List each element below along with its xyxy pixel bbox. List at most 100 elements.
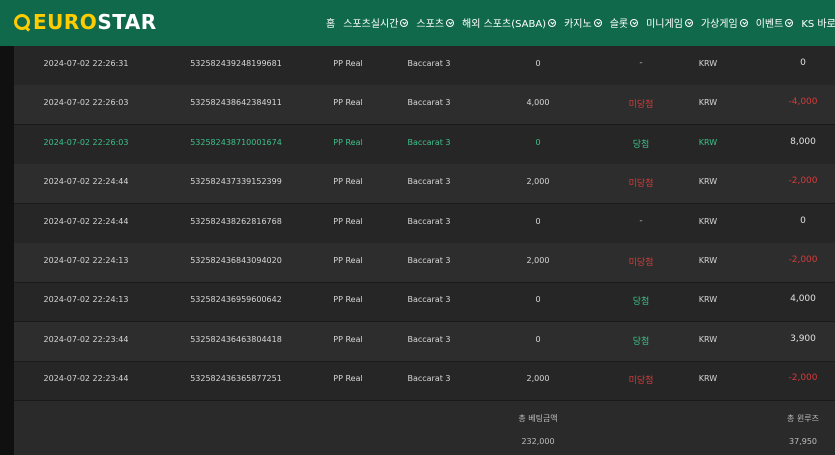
row-bet-id: 532582436463804418 xyxy=(190,334,282,344)
chevron-down-icon xyxy=(630,18,639,27)
row-win-amount: 8,000 xyxy=(790,136,816,147)
row-bet-id: 532582438710001674 xyxy=(190,137,282,147)
row-provider: PP Real xyxy=(333,59,363,68)
chevron-down-icon xyxy=(684,18,693,27)
main-nav: 홈 스포츠실시간 스포츠 해외 스포츠(SABA) 카지노 슬롯 미니게임 가상게임 이벤트 KS… xyxy=(326,15,835,30)
nav-item-label: 가상게임 xyxy=(700,19,738,30)
row-game: Baccarat 3 xyxy=(407,98,451,108)
nav-item-label: 스포츠 xyxy=(416,19,445,30)
row-win-amount: 4,000 xyxy=(790,294,816,305)
total-bet-label: 총 베팅금액 xyxy=(518,414,558,423)
row-result: 미당첨 xyxy=(628,179,654,190)
row-provider: PP Real xyxy=(333,374,363,384)
chevron-down-icon xyxy=(400,18,409,27)
left-gutter xyxy=(0,46,14,455)
row-win-amount: -4,000 xyxy=(788,97,818,108)
table-row: 2024-07-02 22:24:44 532582438262816768 PP … xyxy=(14,204,835,244)
row-result: 미당첨 xyxy=(628,100,654,111)
total-winloss-label: 총 윈루즈 xyxy=(787,414,819,423)
chevron-down-icon xyxy=(739,18,748,27)
row-currency: KRW xyxy=(698,177,718,187)
table-row: 2024-07-02 22:23:44 532582436463804418 PP … xyxy=(14,321,835,362)
total-winloss-value: 37,950 xyxy=(789,437,817,446)
row-result: 당첨 xyxy=(632,336,650,347)
table-row: 2024-07-02 22:26:03 532582438642384911 PP … xyxy=(14,85,835,126)
row-provider: PP Real xyxy=(333,334,363,344)
bet-history-table: 총 베팅금액 232,000 총 윈루즈 37,950 2024-07-02 2… xyxy=(14,46,835,455)
table-row: 2024-07-02 22:23:44 532582436365877251 PP … xyxy=(14,361,835,402)
row-bet-id: 532582438642384911 xyxy=(190,98,282,108)
row-bet-amount: 4,000 xyxy=(526,98,550,108)
nav-item[interactable]: 미니게임 xyxy=(646,15,693,30)
row-bet-id: 532582436843094020 xyxy=(190,256,282,265)
logo-text-light: EURO xyxy=(33,10,98,34)
row-bet-id: 532582439248199681 xyxy=(190,59,282,68)
nav-item-label: KS 바로가 xyxy=(801,19,835,30)
nav-item[interactable]: 해외 스포츠(SABA) xyxy=(462,15,557,30)
row-bet-amount: 0 xyxy=(535,334,541,344)
nav-item[interactable]: KS 바로가 xyxy=(801,15,835,30)
table-row: 2024-07-02 22:24:13 532582436843094020 PP … xyxy=(14,243,835,283)
row-currency: KRW xyxy=(698,216,718,226)
row-win-amount: 3,900 xyxy=(790,333,816,344)
row-bet-id: 532582436959600642 xyxy=(190,295,282,305)
row-date: 2024-07-02 22:26:03 xyxy=(43,137,129,147)
nav-item[interactable]: 스포츠 xyxy=(416,15,455,30)
row-currency: KRW xyxy=(698,59,718,68)
chevron-down-icon xyxy=(548,18,557,27)
row-result: 당첨 xyxy=(632,297,650,308)
table-row: 2024-07-02 22:24:44 532582437339152399 PP … xyxy=(14,164,835,205)
nav-item-label: 이벤트 xyxy=(755,19,784,30)
row-game: Baccarat 3 xyxy=(407,177,451,187)
row-bet-id: 532582436365877251 xyxy=(190,374,282,384)
row-currency: KRW xyxy=(698,137,718,147)
row-currency: KRW xyxy=(698,256,718,265)
nav-item[interactable]: 카지노 xyxy=(564,15,602,30)
row-bet-amount: 2,000 xyxy=(526,177,550,187)
row-result: - xyxy=(639,58,643,68)
row-date: 2024-07-02 22:24:13 xyxy=(43,295,129,305)
row-bet-id: 532582438262816768 xyxy=(190,216,282,226)
row-game: Baccarat 3 xyxy=(407,137,451,147)
chevron-down-icon xyxy=(593,18,602,27)
row-game: Baccarat 3 xyxy=(407,216,451,226)
row-provider: PP Real xyxy=(333,137,363,147)
row-bet-amount: 2,000 xyxy=(526,374,550,384)
row-currency: KRW xyxy=(698,374,718,384)
table-row: 2024-07-02 22:24:13 532582436959600642 PP … xyxy=(14,282,835,323)
site-logo[interactable]: EURO STAR xyxy=(14,10,157,34)
logo-search-icon xyxy=(14,14,30,30)
row-provider: PP Real xyxy=(333,98,363,108)
row-currency: KRW xyxy=(698,98,718,108)
nav-item-label: 홈 xyxy=(326,19,336,30)
row-date: 2024-07-02 22:24:44 xyxy=(43,216,129,226)
row-date: 2024-07-02 22:23:44 xyxy=(43,334,129,344)
nav-item[interactable]: 홈 xyxy=(326,15,335,30)
table-row: 2024-07-02 22:26:31 532582439248199681 PP … xyxy=(14,46,835,86)
nav-item-label: 슬롯 xyxy=(609,19,629,30)
top-header: EURO STAR 홈 스포츠실시간 스포츠 해외 스포츠(SABA) 카지노 슬롯 미니게임… xyxy=(0,0,835,46)
nav-item-label: 해외 스포츠(SABA) xyxy=(462,19,547,30)
nav-item-label: 미니게임 xyxy=(646,19,683,30)
row-win-amount: 0 xyxy=(800,58,806,68)
row-date: 2024-07-02 22:23:44 xyxy=(43,374,129,384)
summary-footer: 총 베팅금액 232,000 총 윈루즈 37,950 xyxy=(14,400,835,455)
nav-item-label: 카지노 xyxy=(564,19,592,30)
row-game: Baccarat 3 xyxy=(407,334,451,344)
nav-item[interactable]: 가상게임 xyxy=(701,15,748,30)
row-result: 미당첨 xyxy=(628,258,654,268)
row-result: 당첨 xyxy=(632,139,650,150)
nav-item[interactable]: 스포츠실시간 xyxy=(343,15,409,30)
nav-item-label: 스포츠실시간 xyxy=(343,19,399,30)
row-result: 미당첨 xyxy=(628,376,654,387)
row-currency: KRW xyxy=(698,334,718,344)
nav-item[interactable]: 슬롯 xyxy=(609,15,639,30)
chevron-down-icon xyxy=(446,18,455,27)
row-bet-id: 532582437339152399 xyxy=(190,177,282,187)
nav-item[interactable]: 이벤트 xyxy=(756,15,794,30)
chevron-down-icon xyxy=(785,18,794,27)
row-game: Baccarat 3 xyxy=(407,59,451,68)
row-bet-amount: 0 xyxy=(535,59,541,68)
row-date: 2024-07-02 22:24:44 xyxy=(43,177,129,187)
row-provider: PP Real xyxy=(333,216,363,226)
